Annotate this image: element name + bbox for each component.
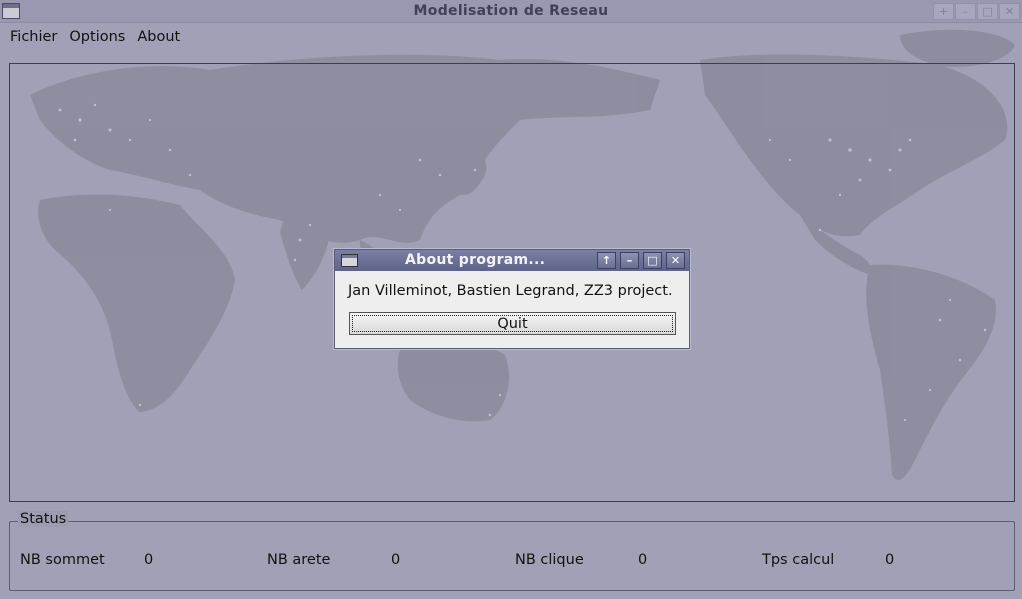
shade-button[interactable]: + <box>933 3 954 20</box>
menu-fichier[interactable]: Fichier <box>4 29 63 45</box>
nb-arete-value: 0 <box>391 552 401 568</box>
about-dialog: About program... ↑ – □ ✕ Jan Villeminot,… <box>334 249 690 349</box>
status-groupbox: Status NB sommet 0 NB arete 0 NB clique … <box>9 511 1015 591</box>
menu-options[interactable]: Options <box>63 29 131 45</box>
quit-button[interactable]: Quit <box>349 312 676 335</box>
nb-clique-label: NB clique <box>515 552 584 568</box>
dialog-maximize-button[interactable]: □ <box>643 252 662 269</box>
minimize-button[interactable]: – <box>955 3 976 20</box>
window-title: Modelisation de Reseau <box>413 3 609 19</box>
menubar: Fichier Options About <box>0 24 1022 50</box>
about-message: Jan Villeminot, Bastien Legrand, ZZ3 pro… <box>348 283 673 299</box>
menu-about[interactable]: About <box>131 29 186 45</box>
nb-arete-label: NB arete <box>267 552 331 568</box>
nb-sommet-label: NB sommet <box>20 552 105 568</box>
nb-sommet-value: 0 <box>144 552 154 568</box>
dialog-minimize-button[interactable]: – <box>620 252 639 269</box>
tps-calcul-label: Tps calcul <box>762 552 835 568</box>
nb-clique-value: 0 <box>638 552 648 568</box>
dialog-close-button[interactable]: ✕ <box>666 252 685 269</box>
dialog-titlebar[interactable]: About program... ↑ – □ ✕ <box>335 250 689 271</box>
close-button[interactable]: ✕ <box>999 3 1020 20</box>
window-titlebar[interactable]: Modelisation de Reseau + – □ ✕ <box>0 0 1022 23</box>
status-legend: Status <box>18 511 69 527</box>
dialog-window-icon[interactable] <box>341 254 358 267</box>
dialog-title: About program... <box>405 252 546 268</box>
tps-calcul-value: 0 <box>885 552 895 568</box>
dialog-raise-button[interactable]: ↑ <box>597 252 616 269</box>
maximize-button[interactable]: □ <box>977 3 998 20</box>
